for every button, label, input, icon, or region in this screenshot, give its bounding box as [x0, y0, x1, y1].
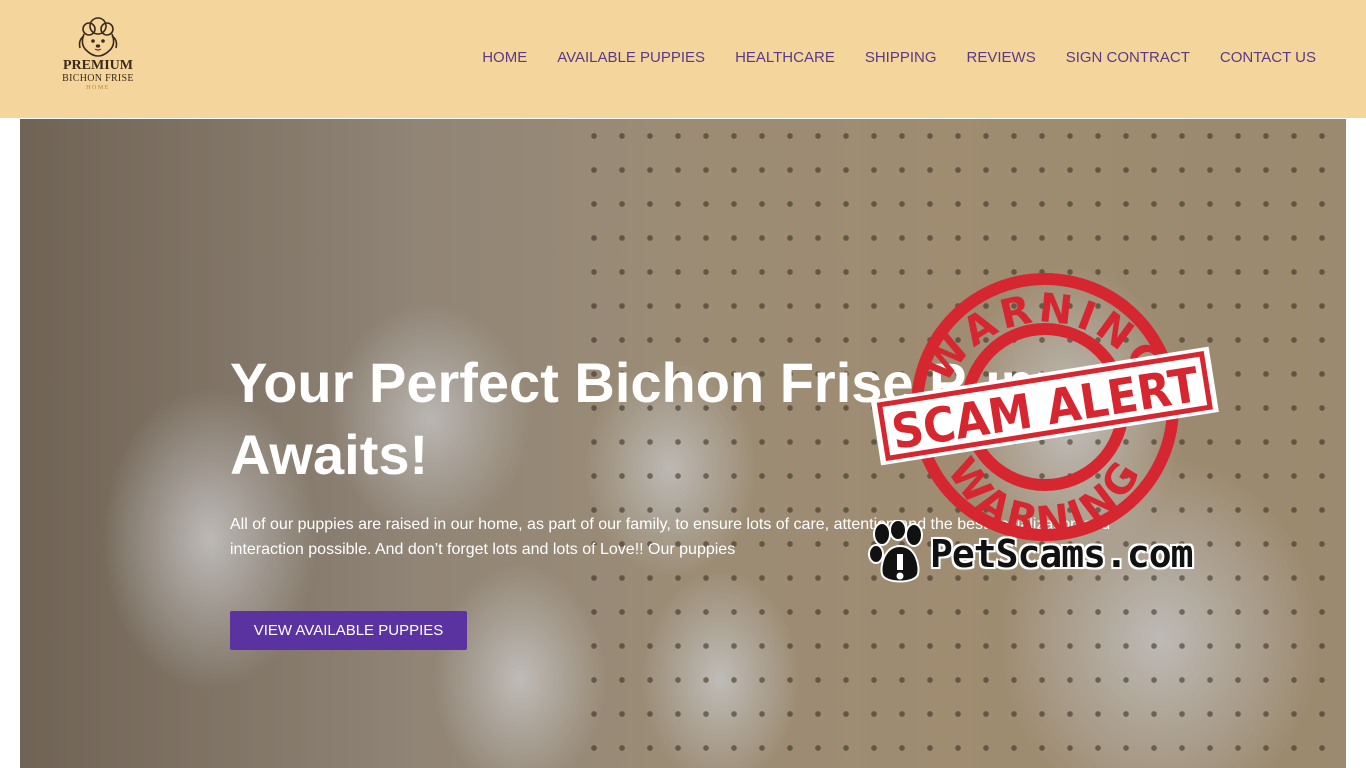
nav-healthcare[interactable]: HEALTHCARE [735, 48, 835, 68]
logo-text-home: HOME [86, 85, 110, 91]
site-logo[interactable]: PREMIUM BICHON FRISE HOME [52, 14, 144, 104]
poodle-logo-icon [78, 17, 118, 57]
nav-contact-us[interactable]: CONTACT US [1220, 48, 1316, 68]
site-header: PREMIUM BICHON FRISE HOME HOME AVAILABLE… [0, 0, 1366, 118]
view-available-puppies-button[interactable]: VIEW AVAILABLE PUPPIES [230, 611, 467, 650]
main-nav: HOME AVAILABLE PUPPIES HEALTHCARE SHIPPI… [482, 48, 1316, 68]
nav-shipping[interactable]: SHIPPING [865, 48, 937, 68]
petscams-watermark: PetScams.com [868, 520, 1228, 586]
logo-text-bichon: BICHON FRISE [62, 73, 134, 84]
petscams-site-name: PetScams.com [930, 532, 1194, 576]
nav-home[interactable]: HOME [482, 48, 527, 68]
paw-warning-icon [868, 520, 923, 583]
nav-available-puppies[interactable]: AVAILABLE PUPPIES [557, 48, 705, 68]
nav-sign-contract[interactable]: SIGN CONTRACT [1066, 48, 1190, 68]
logo-text-premium: PREMIUM [63, 58, 133, 73]
nav-reviews[interactable]: REVIEWS [967, 48, 1036, 68]
